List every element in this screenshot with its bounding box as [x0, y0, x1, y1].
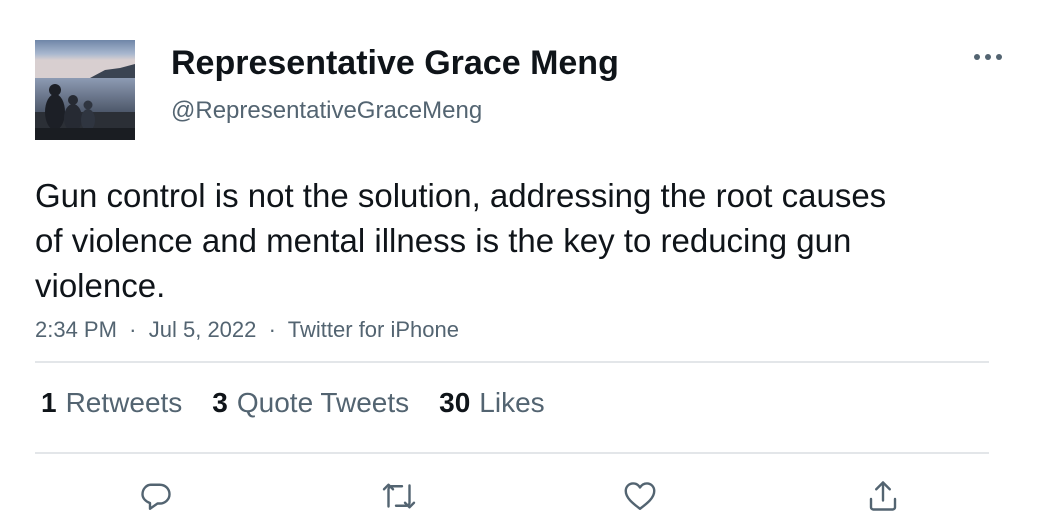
tweet-meta: 2:34 PM · Jul 5, 2022 · Twitter for iPho… [35, 317, 459, 343]
retweets-count: 1 [41, 387, 57, 418]
like-button[interactable] [618, 474, 662, 518]
meta-separator: · [123, 317, 143, 342]
likes-label: Likes [479, 387, 545, 418]
profile-photo-icon [35, 40, 135, 140]
quote-tweets-label: Quote Tweets [236, 387, 410, 418]
author-display-name[interactable]: Representative Grace Meng [171, 44, 619, 83]
more-options-button[interactable] [970, 42, 1006, 72]
likes-stat[interactable]: 30 Likes [439, 387, 545, 419]
heart-icon [624, 482, 656, 510]
retweet-button[interactable] [377, 474, 421, 518]
tweet-card: Representative Grace Meng @Representativ… [0, 0, 1050, 525]
share-button[interactable] [861, 474, 905, 518]
retweets-stat[interactable]: 1 Retweets [41, 387, 182, 419]
divider [35, 361, 989, 363]
tweet-text: Gun control is not the solution, address… [35, 177, 887, 304]
tweet-date[interactable]: Jul 5, 2022 [149, 317, 257, 342]
share-icon [869, 481, 897, 511]
more-icon [974, 54, 1002, 60]
quote-tweets-stat[interactable]: 3 Quote Tweets [212, 387, 409, 419]
reply-icon [141, 483, 171, 510]
quote-tweets-count: 3 [212, 387, 228, 418]
tweet-time[interactable]: 2:34 PM [35, 317, 117, 342]
reply-button[interactable] [134, 474, 178, 518]
avatar[interactable] [35, 40, 135, 140]
retweets-label: Retweets [65, 387, 183, 418]
retweet-icon [382, 483, 416, 509]
meta-separator: · [262, 317, 283, 342]
divider [35, 452, 989, 454]
author-handle[interactable]: @RepresentativeGraceMeng [171, 97, 482, 125]
likes-count: 30 [439, 387, 471, 418]
tweet-source[interactable]: Twitter for iPhone [288, 317, 459, 342]
tweet-stats: 1 Retweets 3 Quote Tweets 30 Likes [41, 387, 545, 419]
